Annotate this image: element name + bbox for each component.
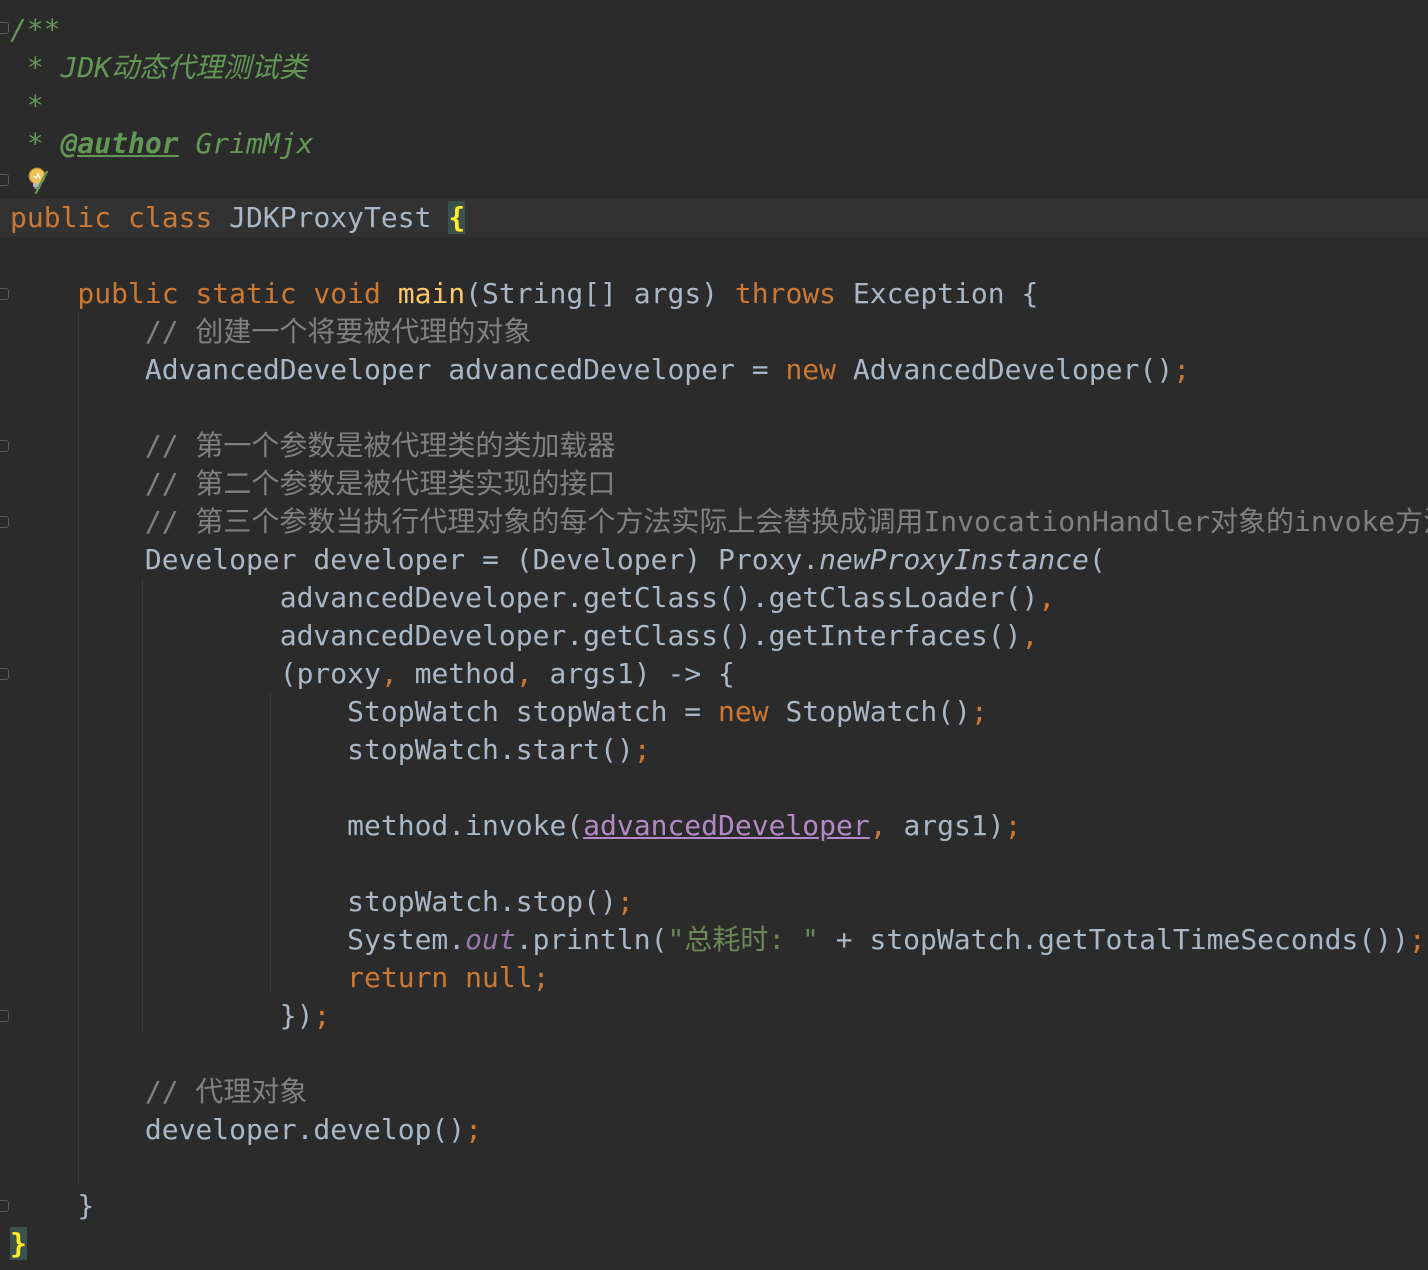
code-text: args1) bbox=[903, 809, 1005, 842]
code-line-26[interactable]: return null; bbox=[10, 959, 549, 997]
keyword-return-null: return null bbox=[10, 961, 533, 994]
code-line-22[interactable]: method.invoke(advancedDeveloper, args1); bbox=[10, 807, 1021, 845]
code-text: + stopWatch.getTotalTimeSeconds()) bbox=[818, 923, 1409, 956]
code-line-6[interactable]: public class JDKProxyTest { bbox=[10, 199, 466, 237]
fold-marker[interactable] bbox=[0, 440, 9, 452]
javadoc-close: / bbox=[34, 165, 51, 198]
semicolon: ; bbox=[1173, 353, 1191, 386]
code-line-13[interactable]: // 第二个参数是被代理类实现的接口 bbox=[10, 465, 616, 503]
code-line-5[interactable]: / bbox=[34, 163, 51, 201]
code-line-3[interactable]: * bbox=[10, 87, 44, 125]
code-text: AdvancedDeveloper() bbox=[852, 353, 1174, 386]
matched-brace-close: } bbox=[10, 1227, 27, 1260]
class-name: JDKProxyTest bbox=[229, 201, 449, 234]
code-line-17[interactable]: advancedDeveloper.getClass().getInterfac… bbox=[10, 617, 1039, 655]
code-line-18[interactable]: (proxy, method, args1) -> { bbox=[10, 655, 735, 693]
code-text: stopWatch.stop() bbox=[10, 885, 617, 918]
comma: , bbox=[515, 657, 550, 690]
code-text: advancedDeveloper.getClass().getInterfac… bbox=[10, 619, 1022, 652]
keyword-throws: throws bbox=[734, 277, 853, 310]
comma: , bbox=[1021, 619, 1039, 652]
keyword-public-class: public class bbox=[10, 201, 230, 234]
fold-marker[interactable] bbox=[0, 22, 9, 34]
line-comment: // 第一个参数是被代理类的类加载器 bbox=[10, 429, 616, 462]
code-text: ( bbox=[1088, 543, 1106, 576]
code-line-33[interactable]: } bbox=[10, 1225, 27, 1263]
code-text: StopWatch() bbox=[785, 695, 971, 728]
code-text: .println( bbox=[515, 923, 668, 956]
code-text: }) bbox=[10, 999, 314, 1032]
code-line-25[interactable]: System.out.println("总耗时: " + stopWatch.g… bbox=[10, 921, 1426, 959]
code-line-19[interactable]: StopWatch stopWatch = new StopWatch(); bbox=[10, 693, 988, 731]
code-line-29[interactable]: // 代理对象 bbox=[10, 1073, 308, 1111]
code-text: advancedDeveloper.getClass().getClassLoa… bbox=[10, 581, 1039, 614]
comma: , bbox=[1038, 581, 1056, 614]
code-line-9[interactable]: // 创建一个将要被代理的对象 bbox=[10, 313, 532, 351]
semicolon: ; bbox=[532, 961, 550, 994]
javadoc-author-tag: @author bbox=[60, 127, 179, 160]
javadoc-star: * bbox=[10, 89, 44, 122]
comma: , bbox=[869, 809, 904, 842]
javadoc-description: * JDK动态代理测试类 bbox=[10, 51, 308, 84]
code-text: method.invoke( bbox=[10, 809, 584, 842]
code-text: AdvancedDeveloper advancedDeveloper = bbox=[10, 353, 786, 386]
fold-marker[interactable] bbox=[0, 1200, 9, 1212]
keyword-new: new bbox=[718, 695, 786, 728]
code-line-20[interactable]: stopWatch.start(); bbox=[10, 731, 651, 769]
code-text: args1) -> { bbox=[549, 657, 735, 690]
javadoc-open: /** bbox=[10, 13, 61, 46]
line-comment: // 第二个参数是被代理类实现的接口 bbox=[10, 467, 616, 500]
semicolon: ; bbox=[1408, 923, 1426, 956]
code-line-30[interactable]: developer.develop(); bbox=[10, 1111, 482, 1149]
matched-brace-open: { bbox=[448, 201, 466, 234]
line-comment: // 创建一个将要被代理的对象 bbox=[10, 315, 532, 348]
string-literal: "总耗时: " bbox=[667, 923, 819, 956]
code-editor[interactable]: /** * JDK动态代理测试类 * * @author GrimMjx / p… bbox=[0, 0, 1428, 1270]
captured-variable: advancedDeveloper bbox=[583, 809, 870, 842]
semicolon: ; bbox=[970, 695, 988, 728]
code-text: developer.develop() bbox=[10, 1113, 466, 1146]
code-text: StopWatch stopWatch = bbox=[10, 695, 719, 728]
static-method-call: newProxyInstance bbox=[819, 543, 1089, 576]
semicolon: ; bbox=[313, 999, 331, 1032]
code-line-8[interactable]: public static void main(String[] args) t… bbox=[10, 275, 1038, 313]
line-comment: // 第三个参数当执行代理对象的每个方法实际上会替换成调用InvocationH… bbox=[10, 505, 1428, 538]
code-line-12[interactable]: // 第一个参数是被代理类的类加载器 bbox=[10, 427, 616, 465]
fold-marker[interactable] bbox=[0, 288, 9, 300]
semicolon: ; bbox=[1004, 809, 1022, 842]
code-text: method bbox=[414, 657, 516, 690]
method-name-main: main bbox=[397, 277, 466, 310]
line-comment: // 代理对象 bbox=[10, 1075, 308, 1108]
exception-type: Exception { bbox=[852, 277, 1039, 310]
code-line-2[interactable]: * JDK动态代理测试类 bbox=[10, 49, 307, 87]
code-line-32[interactable]: } bbox=[10, 1187, 94, 1225]
static-field-out: out bbox=[465, 923, 516, 956]
code-line-1[interactable]: /** bbox=[10, 11, 61, 49]
semicolon: ; bbox=[616, 885, 634, 918]
code-line-16[interactable]: advancedDeveloper.getClass().getClassLoa… bbox=[10, 579, 1055, 617]
semicolon: ; bbox=[633, 733, 651, 766]
code-line-14[interactable]: // 第三个参数当执行代理对象的每个方法实际上会替换成调用InvocationH… bbox=[10, 503, 1428, 541]
keyword-new: new bbox=[785, 353, 853, 386]
semicolon: ; bbox=[465, 1113, 483, 1146]
javadoc-author-name: GrimMjx bbox=[178, 127, 314, 160]
method-params: (String[] args) bbox=[465, 277, 735, 310]
javadoc-star: * bbox=[10, 127, 61, 160]
comma: , bbox=[380, 657, 415, 690]
code-line-24[interactable]: stopWatch.stop(); bbox=[10, 883, 634, 921]
code-line-4[interactable]: * @author GrimMjx bbox=[10, 125, 314, 163]
fold-marker[interactable] bbox=[0, 668, 9, 680]
code-line-15[interactable]: Developer developer = (Developer) Proxy.… bbox=[10, 541, 1106, 579]
code-line-27[interactable]: }); bbox=[10, 997, 331, 1035]
fold-marker[interactable] bbox=[0, 516, 9, 528]
code-text: stopWatch.start() bbox=[10, 733, 634, 766]
code-text: (proxy bbox=[10, 657, 381, 690]
code-text: } bbox=[10, 1189, 95, 1222]
code-text: System. bbox=[10, 923, 466, 956]
code-text: Developer developer = (Developer) Proxy. bbox=[10, 543, 820, 576]
fold-marker[interactable] bbox=[0, 174, 9, 186]
keyword-modifiers: public static void bbox=[10, 277, 398, 310]
fold-marker[interactable] bbox=[0, 1010, 9, 1022]
code-line-10[interactable]: AdvancedDeveloper advancedDeveloper = ne… bbox=[10, 351, 1190, 389]
